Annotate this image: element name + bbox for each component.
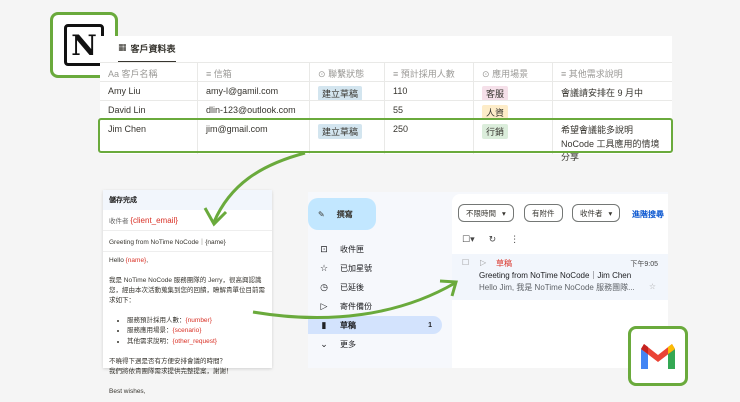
flow-arrows: [203, 151, 458, 320]
arrow-notion-to-draft: [212, 151, 306, 223]
arrow-draft-to-gmail: [252, 281, 456, 320]
